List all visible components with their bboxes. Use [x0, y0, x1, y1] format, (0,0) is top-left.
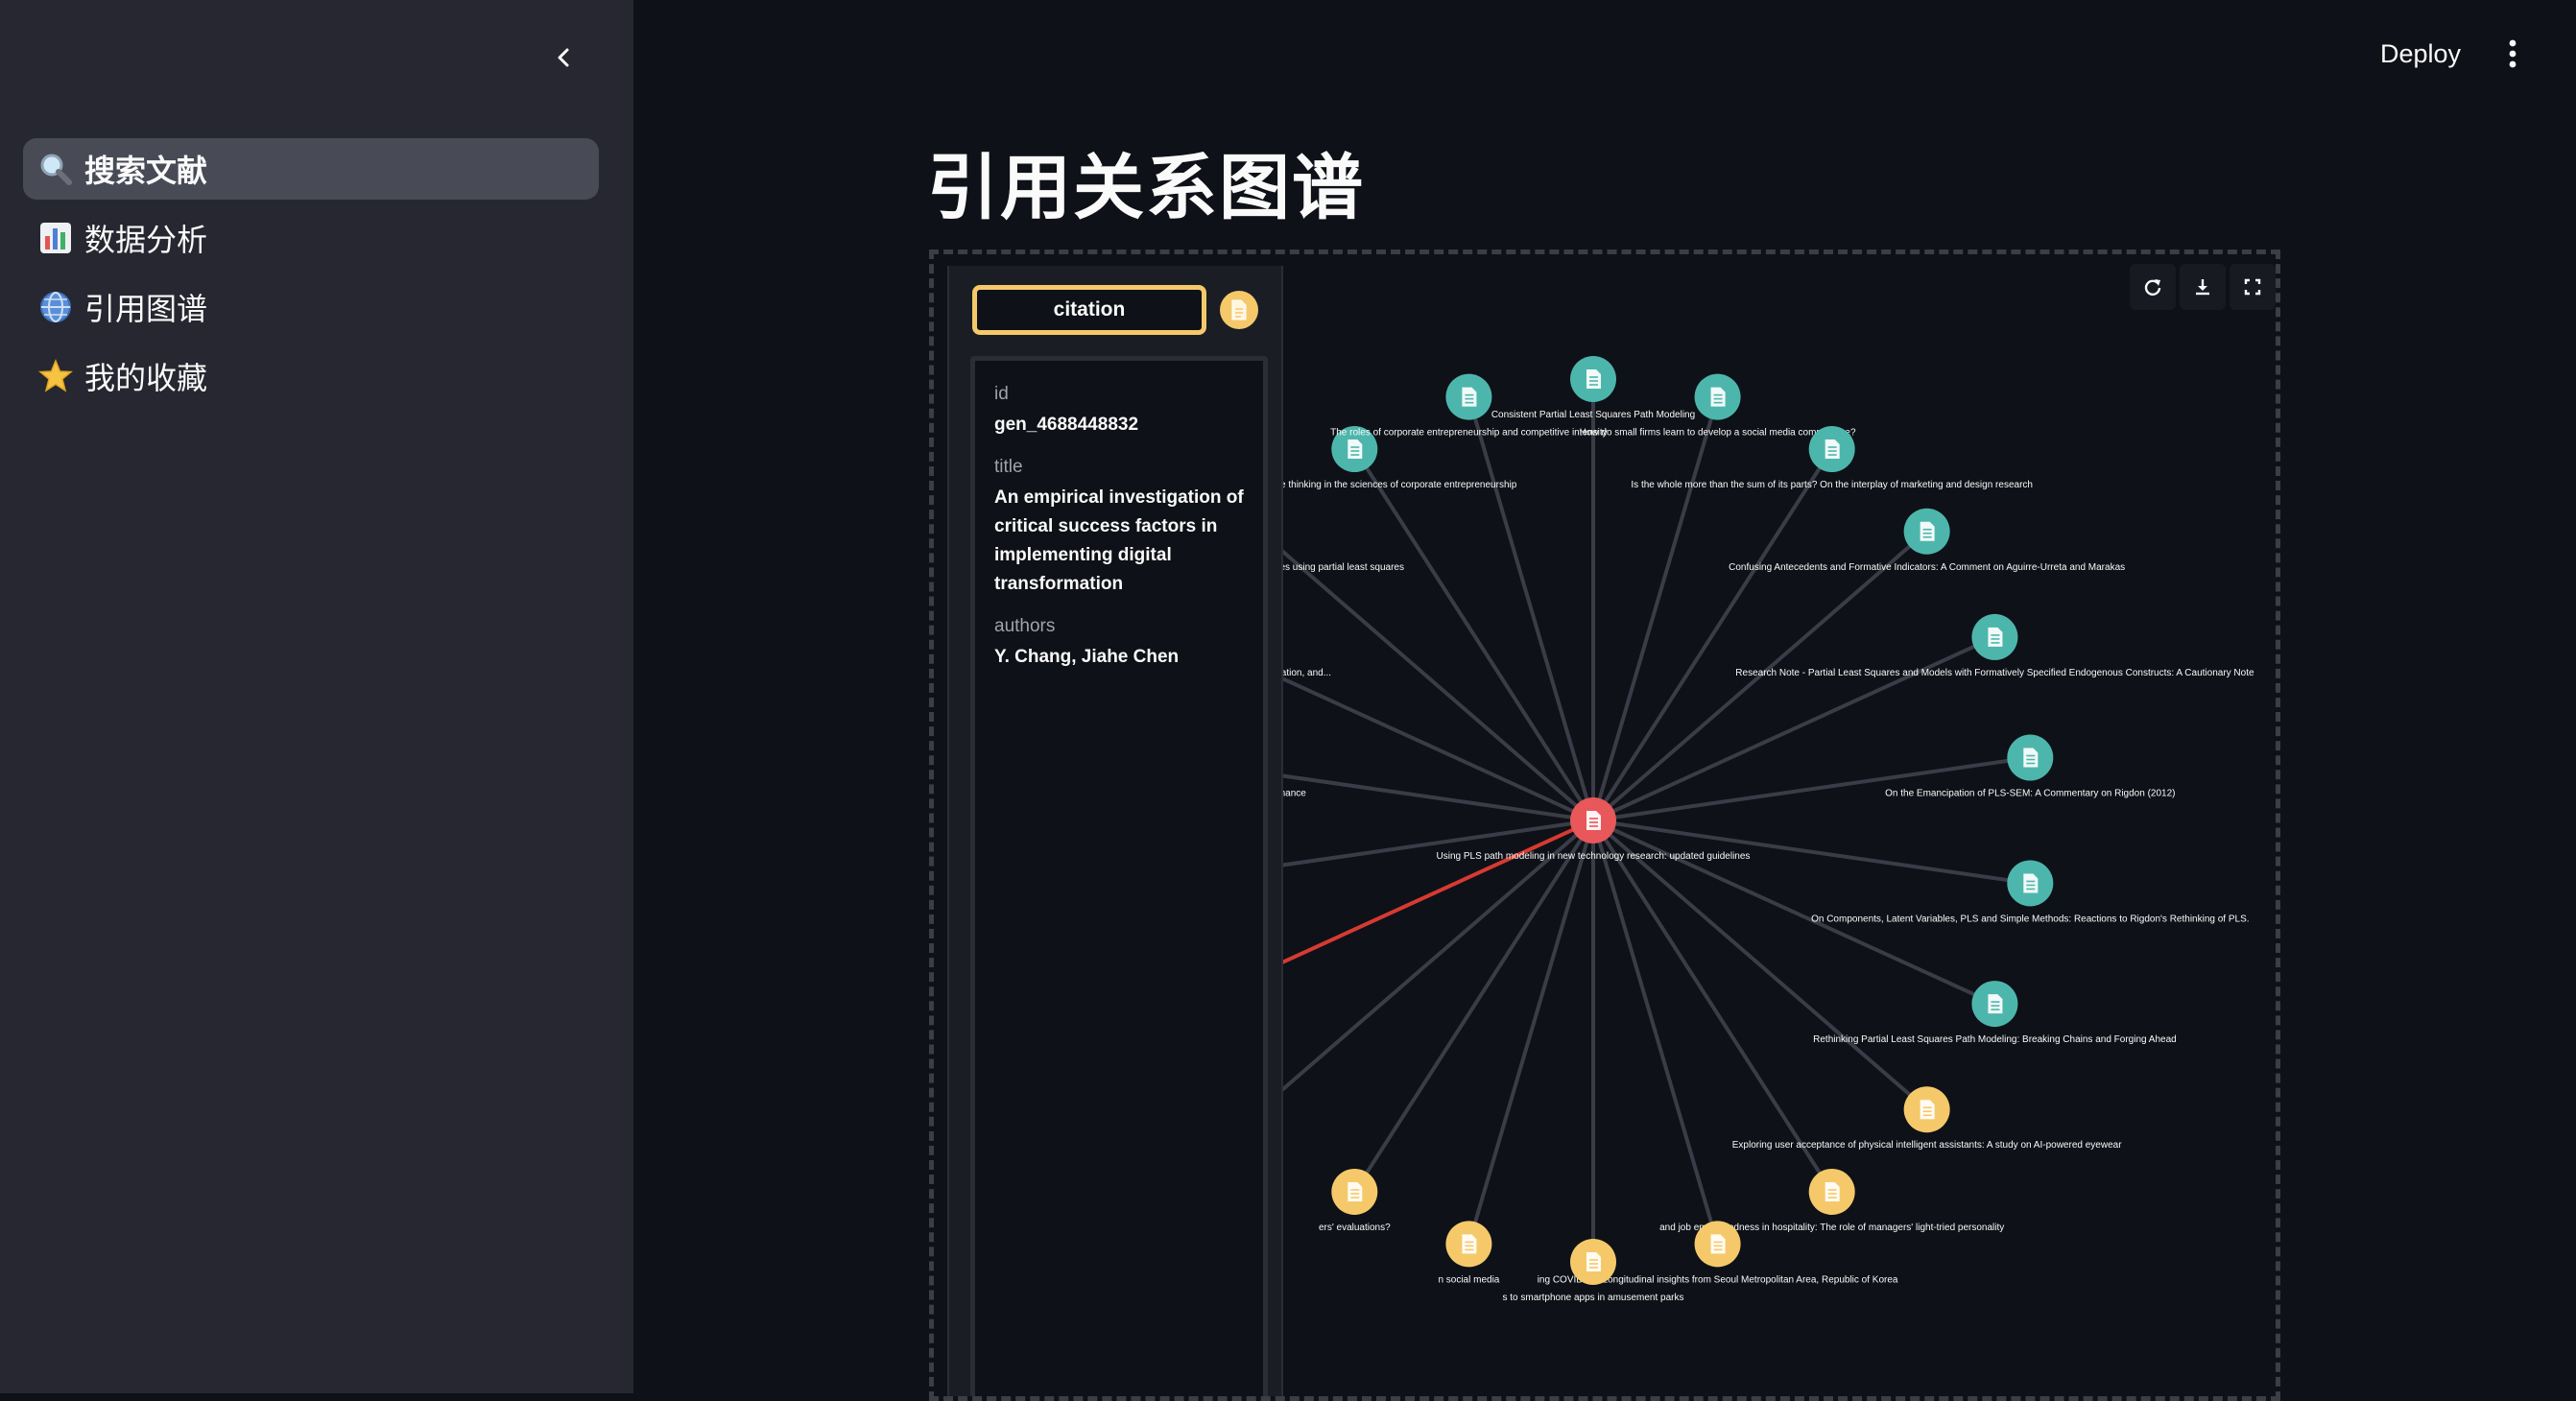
node-label: Consistent Partial Least Squares Path Mo…: [1491, 410, 1695, 420]
graph-edge: [1467, 819, 1595, 1245]
document-icon: [2023, 873, 2039, 893]
node-label: s to smartphone apps in amusement parks: [1503, 1293, 1684, 1303]
node-label: The roles of corporate entrepreneurship …: [1330, 428, 1608, 439]
collapse-sidebar-button[interactable]: [543, 36, 585, 79]
refresh-button[interactable]: [2130, 264, 2176, 310]
download-icon: [2196, 279, 2209, 296]
sidebar-item-analysis[interactable]: 数据分析: [23, 207, 599, 269]
citation-node[interactable]: s to smartphone apps in amusement parks: [1503, 1239, 1684, 1303]
graph-edge: [1591, 819, 1928, 1111]
graph-toolbar: [2130, 264, 2276, 310]
prop-label-authors: authors: [994, 616, 1056, 636]
sidebar-item-label: 数据分析: [84, 223, 208, 257]
fullscreen-icon: [2244, 278, 2261, 296]
cited-node[interactable]: How do small firms learn to develop a so…: [1580, 373, 1856, 439]
document-icon: [1920, 521, 1935, 541]
node-label: Is the whole more than the sum of its pa…: [1631, 480, 2033, 490]
sidebar-item-citation-graph[interactable]: 引用图谱: [23, 276, 599, 338]
document-icon: [1825, 439, 1840, 460]
sidebar: 搜索文献 数据分析 引用图谱 我的收藏: [0, 0, 633, 1393]
document-icon: [1710, 387, 1726, 407]
graph-edge: [1591, 396, 1720, 821]
cited-node[interactable]: On the Emancipation of PLS-SEM: A Commen…: [1885, 734, 2176, 799]
center-node[interactable]: Using PLS path modeling in new technolog…: [1437, 797, 1751, 862]
cited-node[interactable]: On Components, Latent Variables, PLS and…: [1811, 860, 2250, 924]
node-label: Exploring user acceptance of physical in…: [1732, 1140, 2122, 1151]
kebab-menu-icon: [2509, 39, 2516, 68]
sidebar-nav: 搜索文献 数据分析 引用图谱 我的收藏: [23, 138, 599, 415]
document-icon: [1220, 291, 1258, 329]
sidebar-item-label: 搜索文献: [84, 154, 208, 188]
prop-value-id: gen_4688448832: [994, 415, 1139, 435]
sidebar-item-favorites[interactable]: 我的收藏: [23, 345, 599, 407]
document-icon: [1348, 1181, 1363, 1201]
magnifier-emoji-icon: [36, 150, 75, 188]
page-title: 引用关系图谱: [927, 148, 1365, 227]
node-type-chip[interactable]: citation: [972, 285, 1206, 335]
sidebar-item-label: 我的收藏: [84, 361, 208, 395]
prop-value-title: An empirical investigation of critical s…: [994, 487, 1244, 594]
fullscreen-button[interactable]: [2230, 264, 2276, 310]
graph-edge: [1591, 819, 1720, 1245]
document-icon: [1586, 811, 1601, 830]
citation-node[interactable]: n social media: [1438, 1221, 1500, 1285]
node-label: On Components, Latent Variables, PLS and…: [1811, 914, 2249, 924]
globe-emoji-icon: [36, 288, 75, 326]
document-icon: [1462, 387, 1477, 407]
node-label: Research Note - Partial Least Squares an…: [1735, 668, 2254, 678]
node-label: n social media: [1438, 1274, 1499, 1285]
cited-node[interactable]: Consistent Partial Least Squares Path Mo…: [1491, 356, 1695, 420]
sidebar-item-label: 引用图谱: [84, 292, 208, 326]
node-label: Rethinking Partial Least Squares Path Mo…: [1813, 1034, 2177, 1045]
document-icon: [1462, 1234, 1477, 1254]
document-icon: [1988, 994, 2003, 1014]
node-label: Using PLS path modeling in new technolog…: [1437, 851, 1751, 862]
node-label: Confusing Antecedents and Formative Indi…: [1729, 562, 2125, 573]
citation-node[interactable]: ers' evaluations?: [1319, 1168, 1391, 1233]
document-icon: [1586, 1252, 1601, 1271]
node-detail-panel: citation id gen_4688448832 title An empi…: [947, 266, 1283, 1396]
more-menu-button[interactable]: [2492, 29, 2534, 79]
document-icon: [1348, 439, 1363, 460]
document-icon: [2023, 748, 2039, 768]
cited-node[interactable]: Rethinking Partial Least Squares Path Mo…: [1813, 981, 2177, 1045]
bar-chart-emoji-icon: [36, 219, 75, 257]
document-icon: [1825, 1181, 1840, 1201]
cited-node[interactable]: Research Note - Partial Least Squares an…: [1735, 613, 2254, 678]
node-properties: id gen_4688448832 title An empirical inv…: [970, 356, 1268, 1396]
deploy-button[interactable]: Deploy: [2361, 29, 2480, 79]
document-icon: [1586, 369, 1601, 389]
node-label: ers' evaluations?: [1319, 1223, 1391, 1233]
sidebar-item-search[interactable]: 搜索文献: [23, 138, 599, 200]
prop-label-id: id: [994, 384, 1009, 404]
star-emoji-icon: [36, 357, 75, 395]
cited-node[interactable]: The roles of corporate entrepreneurship …: [1330, 373, 1608, 439]
citation-node[interactable]: Exploring user acceptance of physical in…: [1732, 1086, 2122, 1151]
chevron-left-icon: [558, 48, 569, 67]
document-icon: [1920, 1100, 1935, 1120]
document-icon: [1988, 627, 2003, 647]
graph-edge: [1467, 396, 1595, 821]
prop-label-title: title: [994, 457, 1023, 477]
refresh-icon: [2144, 279, 2161, 297]
prop-value-authors: Y. Chang, Jiahe Chen: [994, 647, 1180, 667]
citation-graph[interactable]: Consistent Partial Least Squares Path Mo…: [929, 249, 2280, 1401]
node-label: On the Emancipation of PLS-SEM: A Commen…: [1885, 789, 2175, 799]
graph-edge: [1258, 819, 1595, 1111]
download-button[interactable]: [2180, 264, 2226, 310]
document-icon: [1710, 1234, 1726, 1254]
